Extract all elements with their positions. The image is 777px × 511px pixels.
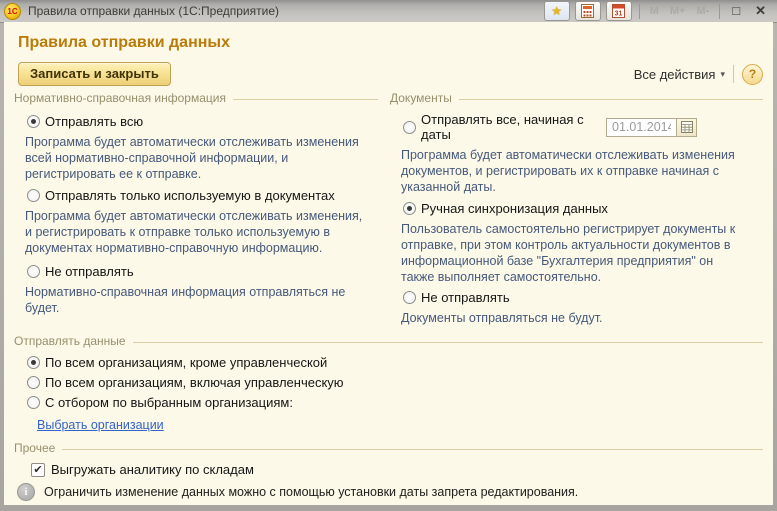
calendar-grid-icon [681,121,693,133]
toolbar: Записать и закрыть Все действия ▾ ? [18,62,763,86]
section-send-data: Отправлять данные По всем организациям, … [14,334,763,434]
save-and-close-button[interactable]: Записать и закрыть [18,62,171,86]
radio-icon [27,189,40,202]
radio-send-all-nsi[interactable]: Отправлять всю [27,114,378,129]
radio-label: Не отправлять [421,290,510,305]
radio-all-orgs-except-management[interactable]: По всем организациям, кроме управленческ… [27,355,763,370]
all-actions-label: Все действия [634,67,716,82]
maximize-button[interactable]: □ [727,2,745,20]
radio-send-used-in-docs[interactable]: Отправлять только используемую в докумен… [27,188,378,203]
option-description: Программа будет автоматически отслеживат… [401,147,749,195]
select-organizations-link[interactable]: Выбрать организации [37,418,164,432]
app-logo-1c-icon: 1C [4,3,21,20]
titlebar-separator [639,4,640,19]
section-header-other: Прочее [14,441,763,455]
radio-label: Отправлять все, начиная с даты [421,112,601,142]
toolbar-separator [733,65,734,83]
start-date-input[interactable] [606,118,676,137]
titlebar[interactable]: 1C Правила отправки данных (1С:Предприят… [0,0,777,23]
section-documents: Документы Отправлять все, начиная с даты [390,91,763,326]
checkbox-label: Выгружать аналитику по складам [51,462,254,477]
calculator-icon [581,4,594,18]
help-button[interactable]: ? [742,64,763,85]
restriction-hint: i Ограничить изменение данных можно с по… [17,483,763,501]
info-icon: i [17,483,35,501]
chevron-down-icon: ▾ [720,69,725,80]
radio-icon [27,376,40,389]
radio-send-all-from-date[interactable]: Отправлять все, начиная с даты [403,112,763,142]
unload-warehouse-analytics-checkbox[interactable]: ✔ Выгружать аналитику по складам [31,462,763,477]
memory-m-button[interactable]: М [647,5,662,17]
radio-label: По всем организациям, кроме управленческ… [45,355,327,370]
section-title: Отправлять данные [14,334,126,348]
radio-manual-sync[interactable]: Ручная синхронизация данных [403,201,763,216]
section-rule-line [62,449,763,450]
radio-label: Отправлять только используемую в докумен… [45,188,335,203]
option-description: Нормативно-справочная информация отправл… [25,284,364,316]
option-description: Документы отправляться не будут. [401,310,749,326]
calendar-icon: 31 [612,4,625,18]
radio-icon [403,291,416,304]
section-rule-line [233,99,378,100]
all-actions-button[interactable]: Все действия ▾ [634,67,725,82]
section-header-send-data: Отправлять данные [14,334,763,348]
calendar-button[interactable]: 31 [606,1,632,21]
option-description: Пользователь самостоятельно регистрирует… [401,221,749,285]
radio-all-orgs-including-management[interactable]: По всем организациям, включая управленче… [27,375,763,390]
option-description: Программа будет автоматически отслеживат… [25,208,364,256]
radio-label: Не отправлять [45,264,134,279]
radio-icon [27,115,40,128]
svg-text:31: 31 [615,11,623,18]
form-content: Правила отправки данных Записать и закры… [4,22,773,505]
memory-m-minus-button[interactable]: М- [693,5,712,17]
radio-do-not-send-nsi[interactable]: Не отправлять [27,264,378,279]
section-rule-line [459,99,763,100]
radio-icon [27,265,40,278]
info-text: Ограничить изменение данных можно с помо… [44,485,578,499]
section-rule-line [133,342,763,343]
star-icon: ★ [551,5,562,17]
radio-label: Ручная синхронизация данных [421,201,608,216]
radio-label: По всем организациям, включая управленче… [45,375,344,390]
window-title: Правила отправки данных (1С:Предприятие) [28,4,539,18]
section-header-nsi: Нормативно-справочная информация [14,91,378,105]
section-title: Документы [390,91,452,105]
radio-selected-orgs-filter[interactable]: С отбором по выбранным организациям: [27,395,763,410]
titlebar-separator [719,4,720,19]
page-title: Правила отправки данных [18,33,763,53]
option-description: Программа будет автоматически отслеживат… [25,134,364,182]
section-title: Нормативно-справочная информация [14,91,226,105]
close-button[interactable]: ✕ [750,2,771,20]
window: 1C Правила отправки данных (1С:Предприят… [0,0,777,511]
favorites-button[interactable]: ★ [544,1,570,21]
radio-label: Отправлять всю [45,114,143,129]
checkbox-icon: ✔ [31,463,45,477]
section-title: Прочее [14,441,55,455]
radio-icon [403,121,416,134]
date-picker-button[interactable] [676,118,697,137]
radio-icon [403,202,416,215]
section-header-documents: Документы [390,91,763,105]
calculator-button[interactable] [575,1,601,21]
radio-do-not-send-documents[interactable]: Не отправлять [403,290,763,305]
memory-m-plus-button[interactable]: М+ [667,5,689,17]
radio-icon [27,396,40,409]
date-field-group [606,118,697,137]
radio-icon [27,356,40,369]
section-reference-info: Нормативно-справочная информация Отправл… [14,91,378,326]
section-other: Прочее ✔ Выгружать аналитику по складам … [14,441,763,505]
radio-label: С отбором по выбранным организациям: [45,395,293,410]
